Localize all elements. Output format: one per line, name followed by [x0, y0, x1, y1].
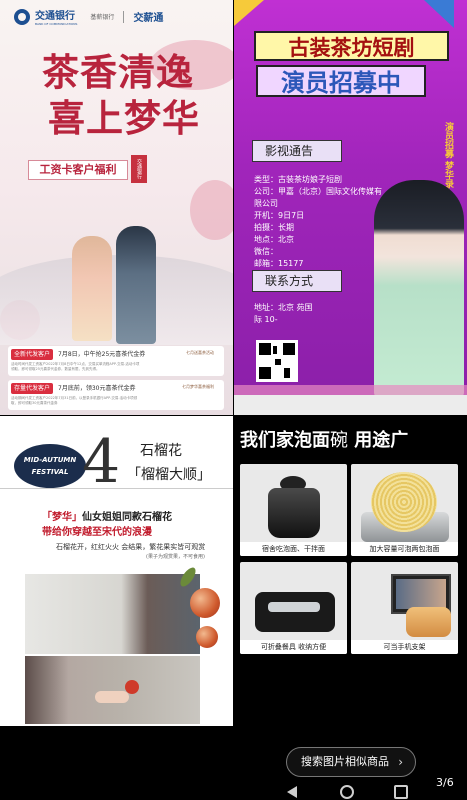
- promo-tag: 工资卡客户福利: [28, 160, 128, 180]
- tile-caption: 可当手机支架: [351, 640, 458, 654]
- address-line: 地址：北京 苑国: [254, 303, 313, 312]
- tile-caption: 宿舍吃泡面、干拌面: [240, 542, 347, 556]
- noodle-cooker-image[interactable]: 我们家泡面碗 用途广 宿舍吃泡面、干拌面 加大容量可泡两包泡面 可折叠餐具 收纳…: [234, 416, 467, 726]
- page-indicator: 3/6: [436, 776, 454, 789]
- drama-still-photo-2: [25, 656, 200, 724]
- black-pot-icon: [268, 488, 320, 538]
- usage-tile-cutlery: 可折叠餐具 收纳方便: [240, 562, 347, 654]
- usage-tile-capacity: 加大容量可泡两包泡面: [351, 464, 458, 556]
- card-description: 活动期间代发工资客户2022年7月31日前，以登录手机银行APP-交易-活动卡项…: [11, 396, 138, 405]
- description-line3: 石榴花开，红红火火 会结果，繁花果实皆可观赏: [56, 543, 206, 551]
- badge-line2: FESTIVAL: [31, 468, 69, 476]
- description-rest: 仙女姐姐同款石榴花: [82, 512, 172, 523]
- back-icon[interactable]: [287, 786, 297, 798]
- card-main-text: 7月底前，领30元喜茶代金券: [58, 385, 136, 392]
- sub-brand: 基薪银行: [90, 14, 115, 21]
- card-description: 活动时间代发工资客户2022年7月8日中午12点，交易买单流程APP-交易-活动…: [11, 362, 140, 371]
- yellow-triangle-decoration: [234, 0, 264, 26]
- scholar-figure-illustration: [116, 226, 156, 344]
- hand-illustration: [95, 691, 129, 703]
- casting-title-line2: 演员招募中: [256, 65, 426, 97]
- search-similar-label: 搜索图片相似商品: [301, 755, 389, 768]
- drama-casting-image[interactable]: 古装茶坊短剧 演员招募中 影视通告 类型：古装茶坊娘子短剧 公司：甲嘉（北京）国…: [234, 0, 467, 415]
- card-side-text: 七月送喜茶活动: [186, 350, 214, 355]
- flower-icon: [125, 680, 139, 694]
- vertical-slogan: 演员招募 梦华录: [443, 122, 453, 189]
- card-main-text: 7月8日，中午抢25元喜茶代金券: [58, 351, 146, 358]
- brand-divider: [123, 10, 125, 23]
- salary-brand: 交薪通: [133, 13, 164, 24]
- cooker-headline: 我们家泡面碗 用途广: [240, 426, 408, 452]
- flower-subheading: 「榴榴大顺」: [127, 467, 211, 483]
- contact-address: 地址：北京 苑国 际 10-: [254, 302, 313, 326]
- red-seal: 交通银行: [131, 155, 147, 183]
- bank-brand: 交通银行 BANK OF COMMUNICATIONS 基薪银行 交薪通: [14, 7, 163, 26]
- headline-bold: 我们家泡面: [240, 430, 330, 451]
- info-line: 类型：古装茶坊娘子短剧: [254, 175, 342, 184]
- address-line: 际 10-: [254, 315, 278, 324]
- bank-english-name: BANK OF COMMUNICATIONS: [35, 22, 78, 26]
- headline-tail: 用途广: [354, 430, 409, 451]
- bank-name: 交通银行: [35, 11, 75, 22]
- home-icon[interactable]: [340, 785, 354, 799]
- promo-card-existing-customer: 存量代发客户 7月底前，领30元喜茶代金券 活动期间代发工资客户2022年7月3…: [8, 380, 224, 410]
- description-line1: 「梦华」仙女姐姐同款石榴花: [42, 508, 172, 523]
- viewer-bottom-bar: 搜索图片相似商品 › 3/6: [0, 726, 467, 800]
- promo-card-new-customer: 全新代发客户 7月8日，中午抢25元喜茶代金券 活动时间代发工资客户2022年7…: [8, 346, 224, 376]
- card-side-text: 七月梦华喜茶福利: [182, 384, 214, 389]
- floor-decoration: [234, 395, 467, 415]
- usage-tile-dorm: 宿舍吃泡面、干拌面: [240, 464, 347, 556]
- description-line2: 带给你穿越至宋代的浪漫: [42, 527, 152, 538]
- section-contact: 联系方式: [252, 270, 342, 292]
- promo-title-line2: 喜上梦华: [48, 96, 200, 140]
- section-film-notice: 影视通告: [252, 140, 342, 162]
- casting-title-line1: 古装茶坊短剧: [254, 31, 449, 61]
- blue-triangle-decoration: [424, 0, 454, 28]
- actress-photo: [374, 180, 464, 400]
- bank-logo-icon: [14, 8, 30, 25]
- headline-soft: 碗: [330, 430, 348, 451]
- pomegranate-icon: [190, 588, 220, 618]
- pomegranate-icon: [196, 626, 218, 648]
- plum-blossom-decoration: [190, 180, 233, 240]
- lady-figure-illustration: [72, 236, 112, 341]
- drama-quote: 「梦华」: [42, 512, 82, 523]
- cutlery-box-icon: [255, 592, 335, 632]
- tile-caption: 加大容量可泡两包泡面: [351, 542, 458, 556]
- badge-line1: MID-AUTUMN: [23, 456, 77, 464]
- tile-caption: 可折叠餐具 收纳方便: [240, 640, 347, 654]
- drama-still-photo-1: [25, 574, 200, 654]
- food-icon: [406, 607, 451, 637]
- chevron-right-icon: ›: [398, 755, 403, 769]
- noodle-block-icon: [371, 472, 437, 532]
- bank-tea-promo-image[interactable]: 交通银行 BANK OF COMMUNICATIONS 基薪银行 交薪通 茶香清…: [0, 0, 233, 415]
- mid-autumn-badge: MID-AUTUMN FESTIVAL: [14, 444, 86, 488]
- cutlery-icon: [268, 602, 320, 612]
- qr-code-icon: [256, 340, 298, 382]
- divider: [0, 488, 233, 489]
- big-number: 4: [82, 427, 121, 497]
- card-label: 存量代发客户: [11, 383, 54, 394]
- pomegranate-flower-image[interactable]: MID-AUTUMN FESTIVAL 4 石榴花 「榴榴大顺」 「梦华」仙女姐…: [0, 416, 233, 726]
- flower-heading: 石榴花: [140, 443, 182, 459]
- description-note: (果子为观赏果，不可食用): [146, 554, 205, 560]
- usage-tile-phone-stand: 可当手机支架: [351, 562, 458, 654]
- card-label: 全新代发客户: [11, 349, 54, 360]
- recent-apps-icon[interactable]: [394, 785, 408, 799]
- search-similar-button[interactable]: 搜索图片相似商品 ›: [286, 747, 416, 777]
